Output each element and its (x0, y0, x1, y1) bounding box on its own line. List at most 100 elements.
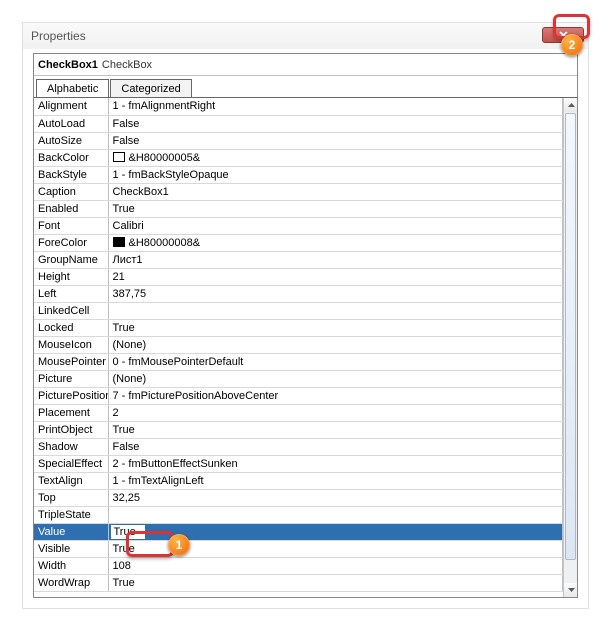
property-row[interactable]: EnabledTrue (34, 200, 563, 217)
property-row[interactable]: WordWrap True (34, 574, 563, 591)
property-name-cell[interactable]: MouseIcon (34, 336, 108, 353)
property-name-cell[interactable]: ForeColor (34, 234, 108, 251)
property-name-cell[interactable]: Height (34, 268, 108, 285)
property-name-cell[interactable]: BackStyle (34, 166, 108, 183)
property-row[interactable]: MouseIcon(None) (34, 336, 563, 353)
property-row[interactable]: Placement2 (34, 404, 563, 421)
property-name-cell[interactable]: Top (34, 489, 108, 506)
property-name-cell[interactable]: WordWrap (34, 574, 108, 591)
property-row[interactable]: ValueTrue (34, 523, 563, 540)
property-row[interactable]: ForeColor&H80000008& (34, 234, 563, 251)
properties-window: Properties CheckBox1 CheckBox Alphabetic… (23, 23, 588, 608)
property-value-cell[interactable]: (None) (108, 370, 563, 387)
scroll-down-button[interactable] (564, 583, 577, 597)
property-name-cell[interactable]: SpecialEffect (34, 455, 108, 472)
property-value-text: True (113, 577, 135, 589)
property-row[interactable]: Top32,25 (34, 489, 563, 506)
property-value-cell[interactable] (108, 302, 563, 319)
property-value-cell[interactable]: True (108, 574, 563, 591)
property-value-cell[interactable]: False (108, 438, 563, 455)
close-button[interactable] (542, 27, 584, 43)
property-value-cell[interactable] (108, 506, 563, 523)
property-name-cell[interactable]: Placement (34, 404, 108, 421)
property-value-cell[interactable]: 1 - fmTextAlignLeft (108, 472, 563, 489)
property-row[interactable]: SpecialEffect2 - fmButtonEffectSunken (34, 455, 563, 472)
property-row[interactable]: BackStyle1 - fmBackStyleOpaque (34, 166, 563, 183)
property-row[interactable]: AutoLoadFalse (34, 115, 563, 132)
property-name-cell[interactable]: AutoLoad (34, 115, 108, 132)
property-row[interactable]: Left 387,75 (34, 285, 563, 302)
property-row[interactable]: Width108 (34, 557, 563, 574)
property-value-cell[interactable]: True (108, 319, 563, 336)
property-value-cell[interactable]: 2 (108, 404, 563, 421)
property-row[interactable]: TripleState (34, 506, 563, 523)
titlebar[interactable]: Properties (23, 23, 588, 49)
property-value-cell[interactable]: 32,25 (108, 489, 563, 506)
property-name-cell[interactable]: Visible (34, 540, 108, 557)
property-row[interactable]: BackColor&H80000005& (34, 149, 563, 166)
property-value-cell[interactable]: False (108, 115, 563, 132)
property-name-cell[interactable]: Width (34, 557, 108, 574)
property-name-cell[interactable]: Left (34, 285, 108, 302)
property-row[interactable]: AutoSizeFalse (34, 132, 563, 149)
property-row[interactable]: LinkedCell (34, 302, 563, 319)
property-row[interactable]: Alignment1 - fmAlignmentRight (34, 98, 563, 115)
property-row[interactable]: Picture(None) (34, 370, 563, 387)
property-value-cell[interactable]: (None) (108, 336, 563, 353)
property-row[interactable]: FontCalibri (34, 217, 563, 234)
property-name-cell[interactable]: BackColor (34, 149, 108, 166)
property-name-cell[interactable]: LinkedCell (34, 302, 108, 319)
property-value-cell[interactable]: True (108, 540, 563, 557)
property-value-cell[interactable]: Calibri (108, 217, 563, 234)
property-value-cell[interactable]: False (108, 132, 563, 149)
vertical-scrollbar[interactable] (563, 98, 577, 597)
property-row[interactable]: GroupNameЛист1 (34, 251, 563, 268)
property-value-cell[interactable]: 21 (108, 268, 563, 285)
tab-categorized[interactable]: Categorized (110, 79, 191, 98)
property-value-cell[interactable]: 387,75 (108, 285, 563, 302)
property-name-cell[interactable]: TripleState (34, 506, 108, 523)
object-selector[interactable]: CheckBox1 CheckBox (34, 54, 577, 76)
property-name-cell[interactable]: PrintObject (34, 421, 108, 438)
property-name-cell[interactable]: Value (34, 523, 108, 540)
property-value-cell[interactable]: CheckBox1 (108, 183, 563, 200)
property-value-text: 387,75 (113, 288, 147, 300)
property-value-editor[interactable]: True (111, 525, 145, 539)
property-name-cell[interactable]: Font (34, 217, 108, 234)
property-name-cell[interactable]: Shadow (34, 438, 108, 455)
property-row[interactable]: PicturePosition7 - fmPicturePositionAbov… (34, 387, 563, 404)
property-row[interactable]: LockedTrue (34, 319, 563, 336)
property-row[interactable]: MousePointer0 - fmMousePointerDefault (34, 353, 563, 370)
property-name-cell[interactable]: AutoSize (34, 132, 108, 149)
property-name-cell[interactable]: TextAlign (34, 472, 108, 489)
property-name-cell[interactable]: MousePointer (34, 353, 108, 370)
property-value-cell[interactable]: 2 - fmButtonEffectSunken (108, 455, 563, 472)
property-name-cell[interactable]: Enabled (34, 200, 108, 217)
property-name-cell[interactable]: Locked (34, 319, 108, 336)
tab-alphabetic[interactable]: Alphabetic (36, 79, 109, 98)
property-row[interactable]: CaptionCheckBox1 (34, 183, 563, 200)
property-value-cell[interactable]: True (108, 523, 563, 540)
property-value-cell[interactable]: 0 - fmMousePointerDefault (108, 353, 563, 370)
scroll-thumb[interactable] (565, 113, 576, 560)
property-value-cell[interactable]: 7 - fmPicturePositionAboveCenter (108, 387, 563, 404)
property-row[interactable]: Height21 (34, 268, 563, 285)
property-value-cell[interactable]: &H80000008& (108, 234, 563, 251)
property-row[interactable]: VisibleTrue (34, 540, 563, 557)
property-value-cell[interactable]: 108 (108, 557, 563, 574)
property-value-cell[interactable]: True (108, 421, 563, 438)
property-value-cell[interactable]: 1 - fmBackStyleOpaque (108, 166, 563, 183)
property-row[interactable]: ShadowFalse (34, 438, 563, 455)
property-value-cell[interactable]: Лист1 (108, 251, 563, 268)
property-value-cell[interactable]: &H80000005& (108, 149, 563, 166)
property-value-cell[interactable]: True (108, 200, 563, 217)
property-name-cell[interactable]: Caption (34, 183, 108, 200)
property-name-cell[interactable]: GroupName (34, 251, 108, 268)
scroll-up-button[interactable] (564, 98, 577, 112)
property-value-cell[interactable]: 1 - fmAlignmentRight (108, 98, 563, 115)
property-name-cell[interactable]: PicturePosition (34, 387, 108, 404)
property-name-cell[interactable]: Picture (34, 370, 108, 387)
property-name-cell[interactable]: Alignment (34, 98, 108, 115)
property-row[interactable]: TextAlign1 - fmTextAlignLeft (34, 472, 563, 489)
property-row[interactable]: PrintObjectTrue (34, 421, 563, 438)
